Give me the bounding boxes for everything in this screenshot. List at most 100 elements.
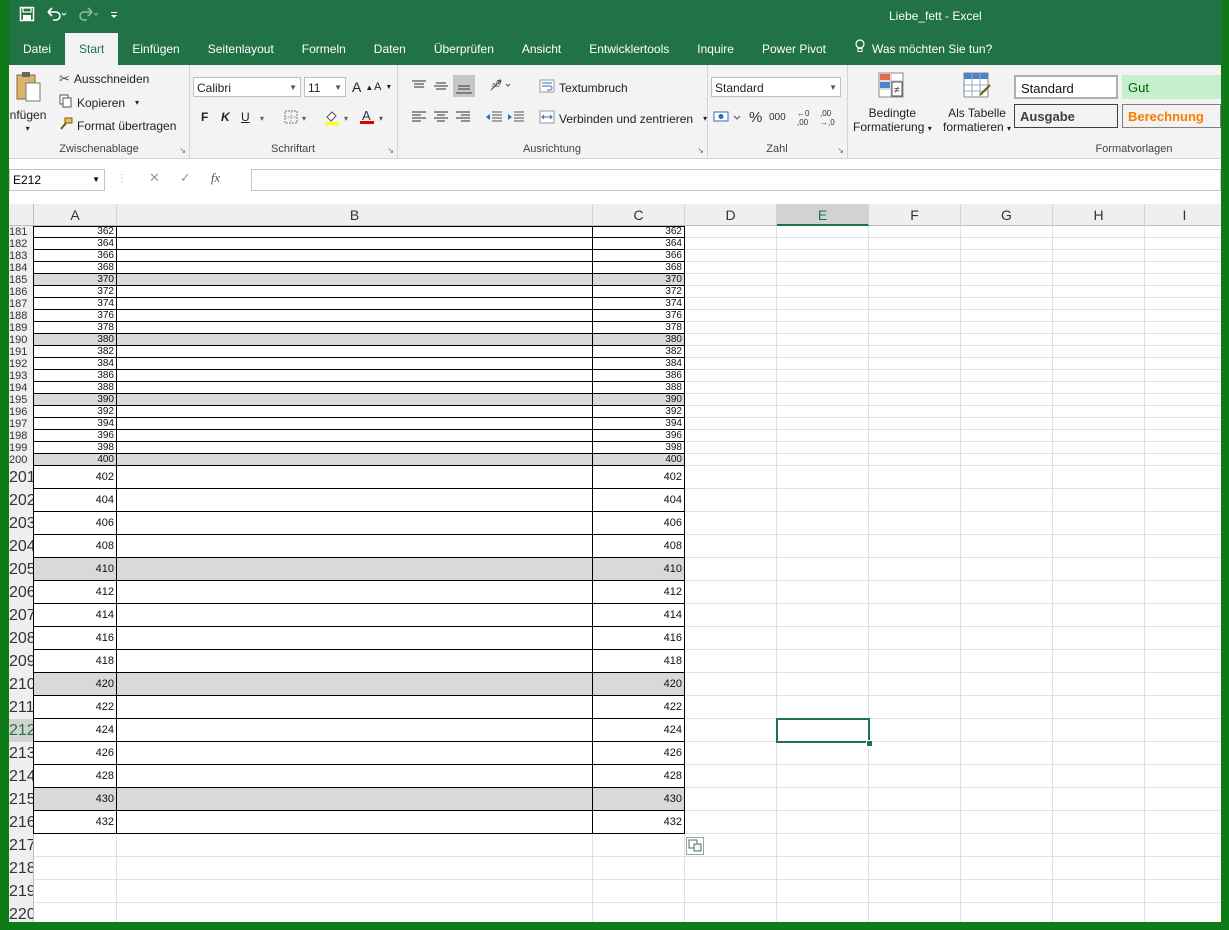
cell-a[interactable]: 416 (34, 627, 117, 650)
underline-button[interactable]: U (241, 110, 250, 124)
tab-power-pivot[interactable]: Power Pivot (748, 33, 840, 65)
row-header[interactable]: 218 (9, 857, 34, 880)
cell-b[interactable] (117, 673, 593, 696)
customize-qat-icon[interactable] (109, 8, 119, 24)
row-header[interactable]: 213 (9, 742, 34, 765)
fill-handle[interactable] (866, 740, 873, 747)
cell-c[interactable]: 430 (593, 788, 685, 811)
row-header[interactable]: 205 (9, 558, 34, 581)
cell-a[interactable]: 364 (34, 238, 117, 250)
cell-c[interactable]: 422 (593, 696, 685, 719)
cell-c[interactable]: 382 (593, 346, 685, 358)
increase-decimal-icon[interactable]: ←0,00 (797, 109, 809, 127)
cell-a[interactable]: 394 (34, 418, 117, 430)
column-header-e[interactable]: E (777, 204, 869, 226)
cell-c[interactable]: 374 (593, 298, 685, 310)
cell-b[interactable] (117, 334, 593, 346)
orientation-icon[interactable]: ab (489, 78, 515, 95)
row-header[interactable]: 196 (9, 406, 34, 418)
cell-c[interactable]: 396 (593, 430, 685, 442)
column-header-f[interactable]: F (869, 204, 961, 226)
cell-c[interactable]: 412 (593, 581, 685, 604)
row-header[interactable]: 186 (9, 286, 34, 298)
cell-a[interactable]: 378 (34, 322, 117, 334)
cell-c[interactable]: 384 (593, 358, 685, 370)
cell-b[interactable] (117, 489, 593, 512)
cut-button[interactable]: ✂ Ausschneiden (59, 71, 149, 87)
cell-a[interactable]: 402 (34, 466, 117, 489)
dialog-launcher-icon[interactable]: ↘ (387, 146, 394, 155)
paste-button[interactable]: Einfügen ▾ (9, 71, 46, 133)
cell-b[interactable] (117, 742, 593, 765)
row-header[interactable]: 207 (9, 604, 34, 627)
row-header[interactable]: 215 (9, 788, 34, 811)
cell-a[interactable]: 366 (34, 250, 117, 262)
row-header[interactable]: 208 (9, 627, 34, 650)
cell-b[interactable] (117, 298, 593, 310)
copy-button[interactable]: Kopieren ▾ (59, 94, 139, 111)
cell-a[interactable]: 400 (34, 454, 117, 466)
row-header[interactable]: 184 (9, 262, 34, 274)
cell-c[interactable]: 388 (593, 382, 685, 394)
cell-a[interactable]: 432 (34, 811, 117, 834)
row-header[interactable]: 188 (9, 310, 34, 322)
row-header[interactable]: 206 (9, 581, 34, 604)
cell-b[interactable] (117, 442, 593, 454)
style-berechnung[interactable]: Berechnung (1122, 104, 1221, 128)
row-header[interactable]: 191 (9, 346, 34, 358)
cell-c[interactable]: 362 (593, 226, 685, 238)
cancel-icon[interactable]: ✕ (149, 170, 160, 186)
enter-icon[interactable]: ✓ (180, 170, 191, 186)
cell-c[interactable]: 372 (593, 286, 685, 298)
cell-c[interactable]: 370 (593, 274, 685, 286)
font-color-icon[interactable]: A (359, 108, 375, 128)
tab-formeln[interactable]: Formeln (288, 33, 360, 65)
tab-daten[interactable]: Daten (360, 33, 420, 65)
cell-a[interactable]: 408 (34, 535, 117, 558)
tab-ueberpruefen[interactable]: Überprüfen (420, 33, 508, 65)
cell-c[interactable]: 386 (593, 370, 685, 382)
font-size-combo[interactable]: 11 ▼ (304, 77, 346, 97)
cell-a[interactable]: 374 (34, 298, 117, 310)
merge-center-button[interactable]: Verbinden und zentrieren ▾ (539, 110, 707, 127)
tab-entwicklertools[interactable]: Entwicklertools (575, 33, 683, 65)
cell-b[interactable] (117, 346, 593, 358)
cell-b[interactable] (117, 430, 593, 442)
font-color-chevron-icon[interactable]: ▾ (379, 114, 383, 123)
cell-c[interactable]: 376 (593, 310, 685, 322)
row-header[interactable]: 200 (9, 454, 34, 466)
row-header[interactable]: 183 (9, 250, 34, 262)
cell-b[interactable] (117, 788, 593, 811)
cell-c[interactable]: 406 (593, 512, 685, 535)
cell-c[interactable]: 380 (593, 334, 685, 346)
cell-c[interactable]: 392 (593, 406, 685, 418)
cell-c[interactable]: 420 (593, 673, 685, 696)
column-header-b[interactable]: B (117, 204, 593, 226)
decrease-indent-icon[interactable] (485, 110, 503, 127)
row-header[interactable]: 193 (9, 370, 34, 382)
cell-b[interactable] (117, 650, 593, 673)
cell-c[interactable]: 400 (593, 454, 685, 466)
cell-a[interactable]: 392 (34, 406, 117, 418)
cell-b[interactable] (117, 627, 593, 650)
cell-b[interactable] (117, 310, 593, 322)
row-header[interactable]: 185 (9, 274, 34, 286)
cell-c[interactable]: 410 (593, 558, 685, 581)
tab-ansicht[interactable]: Ansicht (508, 33, 575, 65)
row-header[interactable]: 192 (9, 358, 34, 370)
percent-icon[interactable]: % (749, 109, 762, 126)
cell-a[interactable]: 414 (34, 604, 117, 627)
cell-b[interactable] (117, 274, 593, 286)
dialog-launcher-icon[interactable]: ↘ (697, 146, 704, 155)
column-header-d[interactable]: D (685, 204, 777, 226)
decrease-decimal-icon[interactable]: ,00 →,0 (820, 109, 835, 127)
conditional-formatting-button[interactable]: ≠ Bedingte Formatierung ▾ (853, 71, 932, 134)
tab-datei[interactable]: Datei (9, 33, 65, 65)
worksheet-grid[interactable]: A B C D E F G H I 181 362 362 182 364 364 183 366 366 184 3… (9, 204, 1221, 922)
cell-a[interactable]: 376 (34, 310, 117, 322)
active-cell[interactable] (776, 718, 870, 743)
cell-a[interactable]: 410 (34, 558, 117, 581)
cell-c[interactable]: 398 (593, 442, 685, 454)
row-header[interactable]: 217 (9, 834, 34, 857)
tab-seitenlayout[interactable]: Seitenlayout (194, 33, 288, 65)
